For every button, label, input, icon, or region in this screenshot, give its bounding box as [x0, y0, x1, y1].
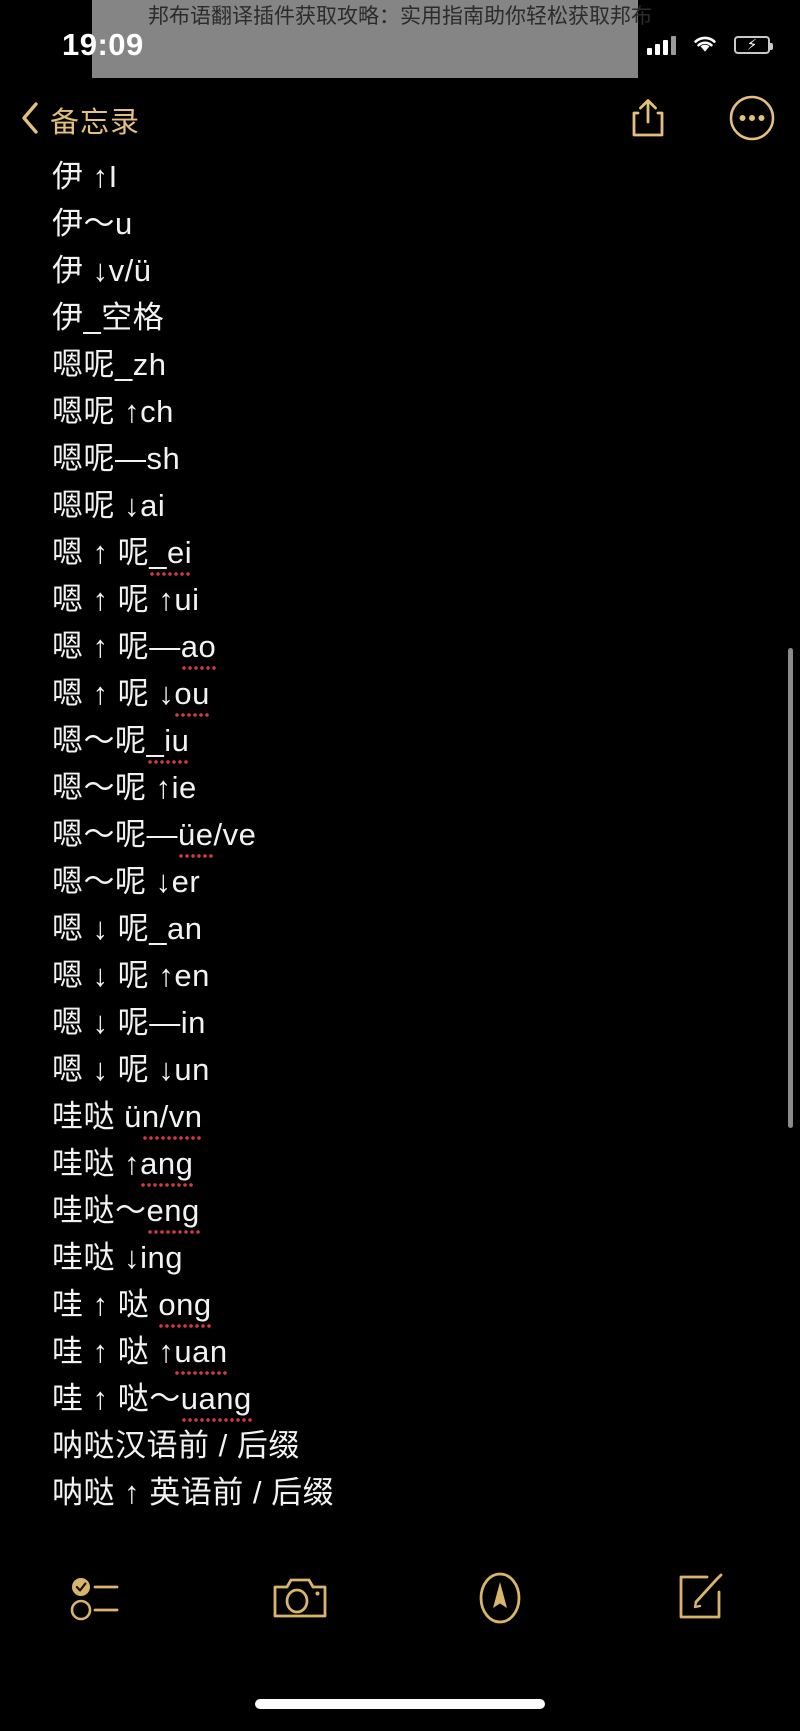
note-line-text: 伊 ↓v/ü — [52, 253, 152, 288]
note-line-text: 嗯 ↑ 呢 ↑ui — [52, 582, 200, 617]
note-line[interactable]: 伊 ↓v/ü — [0, 244, 800, 291]
note-line-text: 嗯 ↓ 呢 ↑en — [52, 958, 210, 993]
note-line-text: 嗯～呢—üe/ve — [52, 817, 257, 858]
note-line-text: 嗯 ↓ 呢_an — [52, 911, 203, 946]
note-line-text: 嗯呢 ↓ai — [52, 488, 166, 523]
phone-screen: 邦布语翻译插件获取攻略：实用指南助你轻松获取邦布 19:09 ⚡ 备忘录 伊 ↑… — [0, 0, 800, 1731]
note-line[interactable]: 嗯呢 ↓ai — [0, 479, 800, 526]
note-line[interactable]: 嗯 ↑ 呢—ao — [0, 620, 800, 670]
spellcheck-underline: ao — [180, 629, 217, 670]
compose-button[interactable] — [600, 1555, 800, 1645]
spellcheck-underline: _iu — [146, 723, 190, 764]
note-line[interactable]: 嗯 ↓ 呢_an — [0, 902, 800, 949]
note-line[interactable]: 嗯 ↑ 呢 ↓ou — [0, 667, 800, 717]
home-indicator[interactable] — [255, 1699, 545, 1709]
back-button[interactable]: 备忘录 — [20, 88, 140, 152]
compose-icon — [674, 1572, 726, 1629]
note-line-text: 嗯～呢 ↓er — [52, 864, 201, 899]
note-line[interactable]: 哇 ↑ 哒 ↑uan — [0, 1325, 800, 1375]
spellcheck-underline: ou — [174, 676, 211, 717]
markup-button[interactable] — [400, 1555, 600, 1645]
more-circle-icon[interactable] — [728, 94, 776, 147]
note-line[interactable]: 嗯～呢 ↓er — [0, 855, 800, 902]
note-line-text: 哇哒 ün/vn — [52, 1099, 203, 1140]
note-line-text: 嗯～呢_iu — [52, 723, 190, 764]
spellcheck-underline: n/vn — [141, 1099, 203, 1140]
note-line-text: 嗯 ↑ 呢 ↓ou — [52, 676, 211, 717]
note-line-text: 嗯呢—sh — [52, 441, 181, 476]
navigation-bar: 备忘录 — [0, 88, 800, 152]
note-line[interactable]: 呐哒汉语前 / 后缀 — [0, 1419, 800, 1466]
note-line-text: 哇 ↑ 哒 ↑uan — [52, 1334, 228, 1375]
checklist-button[interactable] — [0, 1555, 200, 1645]
note-line[interactable]: 嗯 ↑ 呢_ei — [0, 526, 800, 576]
note-line[interactable]: 哇哒 ↓ing — [0, 1231, 800, 1278]
note-line[interactable]: 嗯 ↓ 呢—in — [0, 996, 800, 1043]
status-bar-indicators: ⚡ — [647, 30, 773, 60]
wifi-icon — [692, 33, 718, 58]
navigation-actions — [628, 88, 776, 152]
checklist-icon — [69, 1573, 131, 1628]
note-line-text: 嗯呢 ↑ch — [52, 394, 174, 429]
note-line-text: 伊_空格 — [52, 300, 165, 335]
spellcheck-underline: uang — [180, 1381, 252, 1422]
note-line-text: 哇 ↑ 哒 ong — [52, 1287, 212, 1328]
note-line-text: 哇哒 ↓ing — [52, 1240, 183, 1275]
note-line-text: 伊 ↑I — [52, 159, 118, 194]
note-line[interactable]: 嗯呢—sh — [0, 432, 800, 479]
note-line-text: 嗯～呢 ↑ie — [52, 770, 197, 805]
note-line[interactable]: 呐哒 ↑ 英语前 / 后缀 — [0, 1466, 800, 1513]
camera-button[interactable] — [200, 1555, 400, 1645]
note-line-text: 哇 ↑ 哒～uang — [52, 1381, 252, 1422]
markup-pen-icon — [474, 1570, 526, 1631]
note-line[interactable]: 嗯呢_zh — [0, 338, 800, 385]
note-line[interactable]: 嗯～呢_iu — [0, 714, 800, 764]
charging-bolt-glyph: ⚡ — [746, 36, 758, 54]
battery-charging-icon: ⚡ — [734, 36, 773, 54]
spellcheck-underline: eng — [146, 1193, 200, 1234]
bottom-toolbar — [0, 1555, 800, 1645]
note-line[interactable]: 伊～u — [0, 197, 800, 244]
note-line-text: 嗯 ↓ 呢—in — [52, 1005, 206, 1040]
note-line[interactable]: 嗯 ↓ 呢 ↓un — [0, 1043, 800, 1090]
spellcheck-underline: ong — [158, 1287, 212, 1328]
note-line-text: 嗯 ↓ 呢 ↓un — [52, 1052, 210, 1087]
note-line[interactable]: 嗯～呢 ↑ie — [0, 761, 800, 808]
vertical-scroll-indicator[interactable] — [788, 648, 793, 1128]
note-line[interactable]: 哇 ↑ 哒～uang — [0, 1372, 800, 1422]
note-line[interactable]: 哇哒 ↑ang — [0, 1137, 800, 1187]
note-line-text: 嗯 ↑ 呢—ao — [52, 629, 217, 670]
note-line[interactable]: 嗯 ↓ 呢 ↑en — [0, 949, 800, 996]
note-line-text: 呐哒汉语前 / 后缀 — [52, 1428, 300, 1463]
note-line[interactable]: 伊_空格 — [0, 291, 800, 338]
note-line-text: 哇哒 ↑ang — [52, 1146, 194, 1187]
spellcheck-underline: üe — [178, 817, 214, 858]
note-line[interactable]: 哇哒～eng — [0, 1184, 800, 1234]
spellcheck-underline: ang — [140, 1146, 194, 1187]
note-line-text: 哇哒～eng — [52, 1193, 200, 1234]
status-bar-time: 19:09 — [62, 27, 144, 62]
note-line-text: 伊～u — [52, 206, 133, 241]
note-line[interactable]: 嗯呢 ↑ch — [0, 385, 800, 432]
chevron-left-icon — [20, 101, 40, 140]
note-content[interactable]: 伊 ↑I 伊～u 伊 ↓v/ü 伊_空格嗯呢_zh 嗯呢 ↑ch 嗯呢—sh 嗯呢 ↓ai 嗯… — [0, 150, 800, 1510]
note-line[interactable]: 哇 ↑ 哒 ong — [0, 1278, 800, 1328]
note-line[interactable]: 哇哒 ün/vn — [0, 1090, 800, 1140]
note-line-text: 呐哒 ↑ 英语前 / 后缀 — [52, 1475, 335, 1510]
note-line-text: 嗯呢_zh — [52, 347, 167, 382]
note-line[interactable]: 伊 ↑I — [0, 150, 800, 197]
spellcheck-underline: uan — [174, 1334, 228, 1375]
spellcheck-underline: _ei — [149, 535, 193, 576]
note-line[interactable]: 嗯 ↑ 呢 ↑ui — [0, 573, 800, 620]
note-line-text: 嗯 ↑ 呢_ei — [52, 535, 193, 576]
cellular-signal-icon — [647, 35, 676, 55]
camera-icon — [271, 1574, 329, 1627]
share-icon[interactable] — [628, 96, 668, 145]
note-line[interactable]: 嗯～呢—üe/ve — [0, 808, 800, 858]
back-button-label: 备忘录 — [50, 107, 141, 139]
status-bar: 19:09 ⚡ — [0, 24, 800, 66]
